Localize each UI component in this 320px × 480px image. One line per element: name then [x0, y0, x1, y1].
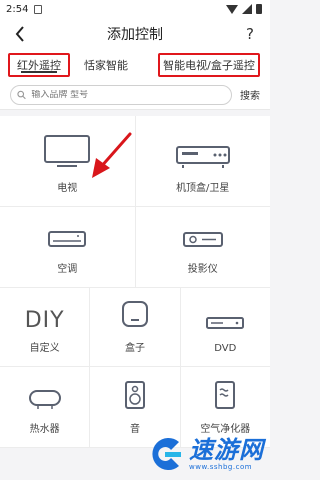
device-label: 热水器 [29, 424, 60, 435]
device-diy[interactable]: DIY 自定义 [0, 288, 91, 366]
device-projector[interactable]: 投影仪 [136, 207, 271, 287]
device-label: 自定义 [29, 343, 60, 354]
water-heater-icon [28, 390, 61, 409]
watermark-logo-icon [152, 438, 181, 470]
back-button[interactable] [10, 24, 30, 44]
device-label: 投影仪 [187, 264, 218, 275]
device-label: DVD [214, 343, 237, 354]
air-purifier-icon [215, 381, 236, 409]
media-box-icon [121, 301, 148, 327]
watermark-title: 速游网 [189, 436, 264, 464]
tab-label: 恬家智能 [84, 59, 128, 72]
device-ac[interactable]: 空调 [0, 207, 136, 287]
tab-smart-tv-box[interactable]: 智能电视/盒子遥控 [158, 53, 260, 77]
help-button[interactable]: ? [240, 25, 260, 43]
sd-card-icon [34, 4, 43, 14]
search-button[interactable]: 搜索 [240, 87, 260, 102]
device-label: 盒子 [124, 343, 145, 354]
tv-icon [44, 135, 91, 167]
watermark: 速游网 www.sshbg.com [145, 434, 264, 474]
device-dvd[interactable]: DVD [181, 288, 270, 366]
tab-label: 红外遥控 [17, 59, 61, 72]
device-label: 音 [129, 424, 140, 435]
device-label: 空气净化器 [200, 424, 251, 435]
header: 添加控制 ? [0, 18, 270, 50]
tab-ir-remote[interactable]: 红外遥控 [8, 53, 70, 77]
wifi-icon [226, 4, 238, 14]
tab-bar: 红外遥控 恬家智能 智能电视/盒子遥控 [0, 50, 270, 80]
watermark-url: www.sshbg.com [189, 463, 253, 471]
status-bar: 2:54 [0, 0, 270, 18]
device-label: 机顶盒/卫星 [176, 183, 230, 194]
back-arrow-icon [15, 26, 24, 42]
diy-icon: DIY [24, 308, 65, 333]
set-top-box-icon [175, 146, 230, 168]
search-box[interactable] [10, 84, 232, 105]
annotation-arrow-icon [92, 132, 132, 178]
device-label: 电视 [57, 183, 78, 194]
battery-icon [256, 4, 262, 14]
search-icon [17, 90, 26, 99]
device-box[interactable]: 盒子 [90, 288, 181, 366]
signal-icon [242, 4, 252, 14]
device-label: 空调 [57, 264, 78, 275]
speaker-icon [124, 381, 145, 409]
projector-icon [182, 232, 223, 247]
search-row: 搜索 [0, 80, 270, 110]
device-water-heater[interactable]: 热水器 [0, 367, 91, 447]
search-input[interactable] [31, 89, 225, 100]
tab-label: 智能电视/盒子遥控 [163, 59, 255, 72]
dvd-player-icon [206, 317, 245, 329]
status-time: 2:54 [6, 3, 29, 15]
tab-tianjia-smart[interactable]: 恬家智能 [70, 53, 142, 77]
air-conditioner-icon [48, 231, 87, 247]
device-stb[interactable]: 机顶盒/卫星 [136, 116, 271, 206]
page-title: 添加控制 [107, 27, 163, 43]
